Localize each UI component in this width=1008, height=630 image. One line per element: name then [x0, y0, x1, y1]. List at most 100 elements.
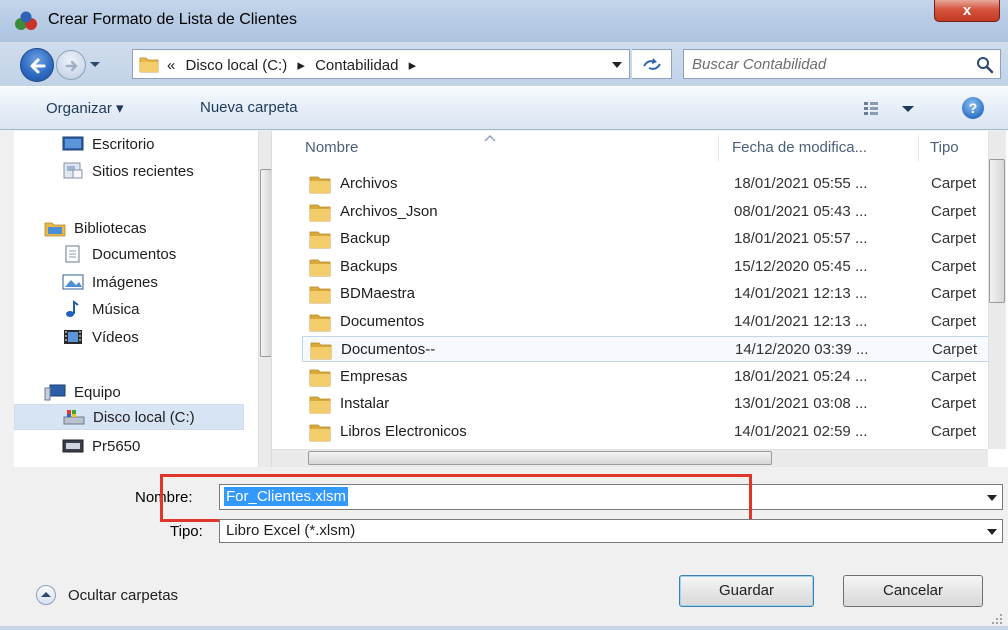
breadcrumb-local-disk[interactable]: Disco local (C:)	[186, 57, 288, 74]
nav-item-pr5650[interactable]: Pr5650	[62, 433, 140, 459]
column-header-type[interactable]: Tipo	[930, 131, 959, 165]
refresh-button[interactable]	[632, 49, 672, 79]
file-type: Carpet	[931, 423, 977, 440]
help-icon[interactable]: ?	[962, 97, 984, 119]
file-date: 18/01/2021 05:55 ...	[734, 175, 868, 192]
excel-app-icon	[15, 11, 37, 30]
toolbar: Organizar ▾ Nueva carpeta ?	[0, 86, 1008, 130]
column-header-date[interactable]: Fecha de modifica...	[732, 131, 867, 165]
folder-icon	[309, 231, 331, 249]
file-name: Archivos	[340, 175, 398, 192]
file-row[interactable]: BDMaestra 14/01/2021 12:13 ... Carpet	[302, 281, 992, 307]
organize-menu-button[interactable]: Organizar ▾	[46, 99, 124, 117]
file-row[interactable]: Backups 15/12/2020 05:45 ... Carpet	[302, 254, 992, 280]
hide-folders-button[interactable]: Ocultar carpetas	[36, 585, 178, 605]
file-type: Carpet	[931, 258, 977, 275]
file-date: 13/01/2021 03:08 ...	[734, 395, 868, 412]
change-view-icon[interactable]	[862, 98, 918, 120]
save-dialog: Crear Formato de Lista de Clientes x « D…	[0, 0, 1008, 630]
breadcrumb: « Disco local (C:) ▸ Contabilidad ▸	[167, 56, 422, 74]
history-dropdown-icon[interactable]	[88, 56, 102, 72]
address-dropdown-icon[interactable]	[611, 60, 623, 70]
file-date: 14/01/2021 02:59 ...	[734, 423, 868, 440]
folder-icon	[309, 424, 331, 442]
title-bar[interactable]: Crear Formato de Lista de Clientes x	[0, 0, 1008, 42]
file-horizontal-scrollbar-thumb[interactable]	[308, 451, 772, 465]
nav-item-imagenes[interactable]: Imágenes	[62, 269, 158, 295]
nav-item-escritorio[interactable]: Escritorio	[62, 131, 155, 157]
column-divider[interactable]	[918, 135, 919, 161]
column-header-name[interactable]: Nombre	[305, 131, 358, 165]
window-bottom-edge	[0, 626, 1008, 630]
file-name: Instalar	[340, 395, 390, 412]
resize-grip-icon[interactable]	[990, 612, 1004, 626]
file-vertical-scrollbar-thumb[interactable]	[989, 159, 1005, 303]
videos-icon	[64, 330, 82, 344]
file-row[interactable]: Documentos-- 14/12/2020 03:39 ... Carpet	[302, 336, 992, 362]
file-name: Empresas	[340, 368, 408, 385]
file-date: 18/01/2021 05:57 ...	[734, 230, 868, 247]
nav-item-musica[interactable]: Música	[62, 296, 140, 322]
file-type: Carpet	[931, 175, 977, 192]
chevron-down-icon[interactable]	[986, 527, 998, 537]
new-folder-button[interactable]: Nueva carpeta	[200, 99, 298, 116]
cancel-button[interactable]: Cancelar	[843, 575, 983, 607]
nav-item-sitios-recientes[interactable]: Sitios recientes	[62, 158, 194, 184]
file-list: Nombre Fecha de modifica... Tipo Archivo…	[272, 131, 1008, 467]
search-icon[interactable]	[976, 56, 994, 74]
file-row[interactable]: Empresas 18/01/2021 05:24 ... Carpet	[302, 364, 992, 390]
breadcrumb-contabilidad[interactable]: Contabilidad	[315, 57, 398, 74]
back-arrow-icon	[30, 58, 46, 74]
nav-item-label: Sitios recientes	[92, 162, 194, 180]
file-row[interactable]: Archivos_Json 08/01/2021 05:43 ... Carpet	[302, 199, 992, 225]
address-bar[interactable]: « Disco local (C:) ▸ Contabilidad ▸	[132, 49, 630, 79]
computer-icon	[44, 384, 66, 401]
address-row: « Disco local (C:) ▸ Contabilidad ▸	[0, 42, 1008, 86]
close-button[interactable]: x	[934, 0, 1000, 22]
file-type: Carpet	[931, 368, 977, 385]
file-type: Carpet	[931, 313, 977, 330]
column-divider[interactable]	[718, 135, 719, 161]
nav-item-label: Equipo	[74, 383, 121, 401]
file-row[interactable]: Libros Electronicos 14/01/2021 02:59 ... C…	[302, 419, 992, 445]
file-row[interactable]: Archivos 18/01/2021 05:55 ... Carpet	[302, 171, 992, 197]
file-type: Carpet	[931, 285, 977, 302]
nav-item-label: Imágenes	[92, 273, 158, 291]
file-type-value: Libro Excel (*.xlsm)	[226, 522, 356, 539]
chevron-up-icon	[36, 585, 56, 605]
breadcrumb-overflow[interactable]: «	[167, 57, 175, 74]
chevron-right-icon[interactable]: ▸	[297, 57, 305, 74]
search-box[interactable]	[683, 49, 1001, 79]
back-button[interactable]	[20, 48, 54, 82]
nav-item-label: Escritorio	[92, 135, 155, 153]
file-row[interactable]: Backup 18/01/2021 05:57 ... Carpet	[302, 226, 992, 252]
nav-item-documentos[interactable]: Documentos	[62, 241, 176, 267]
file-row[interactable]: Documentos 14/01/2021 12:13 ... Carpet	[302, 309, 992, 335]
folder-icon	[139, 57, 159, 73]
file-name: Backup	[340, 230, 391, 247]
file-type: Carpet	[931, 203, 977, 220]
nav-item-label: Disco local (C:)	[93, 408, 195, 426]
search-input[interactable]	[692, 54, 962, 74]
nav-item-bibliotecas[interactable]: Bibliotecas	[44, 215, 147, 241]
file-name: Libros Electronicos	[340, 423, 467, 440]
file-type-select[interactable]: Libro Excel (*.xlsm)	[219, 519, 1003, 543]
nav-item-disco-local[interactable]: Disco local (C:)	[14, 404, 244, 430]
hide-folders-label: Ocultar carpetas	[68, 586, 179, 604]
nav-item-label: Documentos	[92, 245, 177, 263]
save-button[interactable]: Guardar	[679, 575, 814, 607]
window-title: Crear Formato de Lista de Clientes	[48, 11, 297, 28]
file-row[interactable]: Instalar 13/01/2021 03:08 ... Carpet	[302, 391, 992, 417]
chevron-down-icon[interactable]	[986, 493, 998, 503]
file-type: Carpet	[931, 230, 977, 247]
recent-places-icon	[63, 162, 83, 179]
forward-button[interactable]	[56, 50, 86, 80]
chevron-right-icon[interactable]: ▸	[409, 57, 417, 74]
folder-icon	[310, 342, 332, 360]
nav-item-equipo[interactable]: Equipo	[44, 379, 121, 405]
folder-icon	[309, 259, 331, 277]
sort-ascending-icon	[484, 134, 496, 142]
nav-item-videos[interactable]: Vídeos	[62, 324, 139, 350]
libraries-icon	[44, 222, 66, 237]
nav-scrollbar-thumb[interactable]	[260, 169, 271, 357]
